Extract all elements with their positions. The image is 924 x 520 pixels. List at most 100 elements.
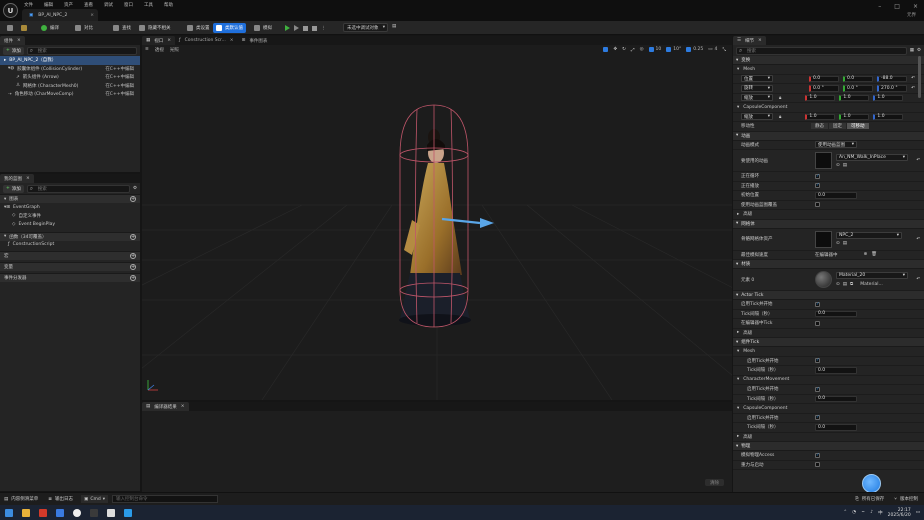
edit-in-cpp-link[interactable]: 在C++中编辑 (105, 66, 134, 72)
menu-help[interactable]: 帮助 (164, 2, 173, 8)
add-button[interactable]: + 添加 (3, 184, 24, 193)
find-button[interactable]: 查找 (110, 23, 134, 33)
tick-start-checkbox[interactable]: ✓ (815, 358, 820, 364)
class-defaults-button[interactable]: 类默认值 (213, 23, 246, 33)
use-selected-icon[interactable]: ⊙ (836, 163, 840, 168)
tab-viewport[interactable]: ▦ 视口 × (142, 36, 176, 45)
tick-start-checkbox[interactable]: ✓ (815, 386, 820, 392)
browse-icon[interactable]: ▤ (843, 163, 847, 168)
maximize-icon[interactable]: □ (894, 3, 900, 10)
tree-item-capsule[interactable]: ▾◍ 胶囊体组件 (CollisionCylinder) 在C++中编辑 (0, 65, 140, 74)
hide-unrelated-button[interactable]: 隐藏不相关 (136, 23, 174, 33)
menu-file[interactable]: 文件 (24, 2, 33, 8)
add-icon[interactable]: ⊕ (864, 252, 868, 257)
section-graphs[interactable]: ▾ 图表 + (0, 194, 140, 203)
close-window-icon[interactable]: × (913, 3, 918, 10)
world-icon[interactable]: ◎ (640, 47, 644, 52)
viewport[interactable]: ≡ 透视 光照 ✥ ↻ ⤢ ◎ 10 10° 0.25 ▭ 4 ⤡ (142, 45, 732, 400)
section-physics[interactable]: ▾ 物理 (733, 442, 924, 451)
section-transform[interactable]: ▾ 变换 (733, 56, 924, 65)
list-item-construction-script[interactable]: ƒ ConstructionScript (0, 241, 140, 250)
mobility-stationary[interactable]: 固定 (829, 123, 846, 130)
stop-icon[interactable] (312, 25, 317, 31)
tab-details[interactable]: ☰ 细节 × (733, 36, 766, 45)
tick-start-checkbox[interactable]: ✓ (815, 301, 820, 307)
location-y-input[interactable]: 0.0 (843, 75, 873, 82)
gear-icon[interactable]: ⚙ (917, 48, 921, 53)
tree-item-root[interactable]: ▸ BP_AI_NPC_2（自我） (0, 56, 140, 65)
reset-icon[interactable]: ↶ (916, 158, 920, 163)
anim-thumbnail[interactable] (815, 152, 832, 169)
section-actor-tick[interactable]: ▾ Actor Tick (733, 291, 924, 300)
tree-item-movement[interactable]: ⇢ 角色移动 (CharMoveComp) 在C++中编辑 (0, 90, 140, 99)
add-function-icon[interactable]: + (130, 233, 136, 240)
save-button[interactable] (4, 23, 16, 33)
close-tab-icon[interactable]: × (758, 38, 762, 43)
character-mesh[interactable] (399, 129, 471, 326)
tab-components[interactable]: 组件 × (0, 36, 25, 45)
edit-in-cpp-link[interactable]: 在C++中编辑 (105, 74, 134, 80)
skeletal-mesh-thumbnail[interactable] (815, 230, 832, 248)
use-selected-icon[interactable]: ⊙ (836, 241, 840, 246)
list-item-custom-event[interactable]: ◇ 自定义事件 (0, 212, 140, 221)
anim-asset-dropdown[interactable]: An_NM_Walk_InPlace ▾ (836, 153, 908, 161)
notification-icon[interactable]: ▭ (916, 510, 920, 515)
close-tab-icon[interactable]: × (181, 404, 185, 409)
unreal-logo-icon[interactable]: U (3, 3, 18, 18)
components-search-input[interactable]: 搜索 (26, 46, 137, 55)
gear-icon[interactable]: ⚙ (133, 186, 137, 191)
simulate-button[interactable]: 模拟 (251, 23, 275, 33)
section-functions[interactable]: ▾ 函数（34可覆盖） + (0, 231, 140, 241)
section-component-tick[interactable]: ▾ 组件Tick (733, 338, 924, 347)
details-scrollbar[interactable] (918, 56, 921, 98)
start-icon[interactable] (5, 508, 13, 517)
close-tab-icon[interactable]: × (17, 38, 21, 43)
tray-app-icon[interactable]: ◔ (852, 510, 856, 515)
scale-y-input[interactable]: 1.0 (839, 94, 870, 101)
grid-view-icon[interactable]: ▦ (910, 48, 914, 53)
gravity-checkbox[interactable] (815, 462, 820, 468)
browse-icon[interactable]: ▤ (843, 282, 847, 287)
translate-icon[interactable]: ✥ (613, 47, 617, 52)
add-graph-icon[interactable]: + (130, 196, 136, 202)
console-input[interactable]: 输入控制台命令 (111, 495, 218, 503)
scale-z-input[interactable]: 1.0 (873, 94, 904, 101)
use-selected-icon[interactable]: ⊙ (836, 282, 840, 287)
tab-event-graph[interactable]: ⊞ 事件图表 (238, 36, 272, 45)
actor-tick-advanced[interactable]: ▸ 高级 (733, 329, 924, 338)
menu-edit[interactable]: 编辑 (44, 2, 53, 8)
file-explorer-icon[interactable] (22, 508, 30, 517)
section-materials[interactable]: ▾ 材质 (733, 260, 924, 269)
init-pos-input[interactable]: 0.0 (815, 192, 857, 199)
list-item-beginplay[interactable]: ◇ Event BeginPlay (0, 220, 140, 229)
app-blue-icon[interactable] (124, 508, 132, 517)
animation-advanced[interactable]: ▸ 高级 (733, 210, 924, 220)
menu-asset[interactable]: 资产 (64, 2, 73, 8)
scale-icon[interactable]: ⤢ (631, 47, 635, 53)
menu-window[interactable]: 窗口 (124, 2, 133, 8)
lock-icon[interactable]: 🔒︎ (779, 95, 781, 101)
tab-construction-script[interactable]: ƒ Construction Scr... × (175, 36, 238, 45)
capsule-scale-dropdown[interactable]: 缩放 ▾ (741, 113, 773, 121)
select-mode-icon[interactable] (603, 47, 609, 52)
tick-interval-input[interactable]: 0.0 (815, 395, 857, 402)
browse-icon[interactable]: ▤ (843, 241, 847, 246)
perspective-button[interactable]: 透视 (155, 47, 164, 53)
tick-interval-input[interactable]: 0.0 (815, 424, 857, 431)
more-icon[interactable]: ⋮ (321, 26, 326, 31)
section-macros[interactable]: 宏 + (0, 251, 140, 260)
hamburger-icon[interactable]: ≡ (145, 47, 149, 52)
menu-tools[interactable]: 工具 (144, 2, 153, 8)
section-animation[interactable]: ▾ 动画 (733, 131, 924, 141)
rotation-x-input[interactable]: 0.0 ° (809, 85, 839, 92)
browser-icon[interactable] (56, 508, 64, 517)
rotation-y-input[interactable]: 0.0 ° (843, 85, 873, 92)
lock-icon[interactable]: 🔒︎ (779, 114, 781, 120)
capsule-scale-x-input[interactable]: 1.0 (805, 113, 836, 120)
rotate-icon[interactable]: ↻ (622, 47, 626, 52)
menu-view[interactable]: 查看 (84, 2, 93, 8)
tab-my-blueprint[interactable]: 我的蓝图 × (0, 174, 34, 183)
floating-assistant-icon[interactable] (862, 474, 881, 493)
close-tab-icon[interactable]: × (90, 13, 94, 18)
reset-icon[interactable]: ↶ (911, 86, 915, 91)
